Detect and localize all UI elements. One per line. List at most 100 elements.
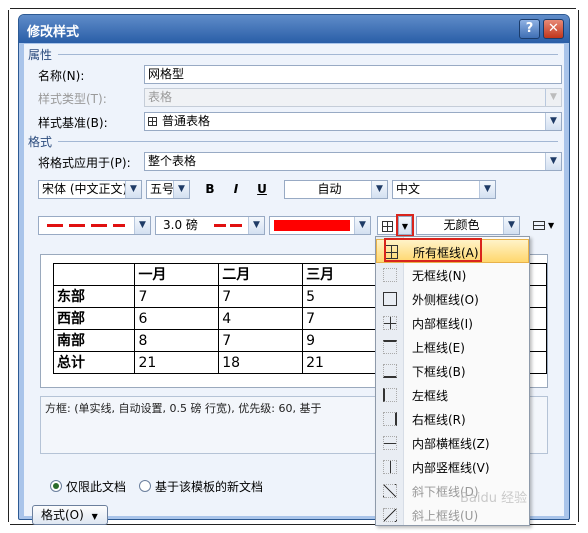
apply-to-value: 整个表格 — [148, 154, 197, 168]
highlight-all-borders — [384, 238, 482, 262]
table-cell: 7 — [302, 307, 387, 330]
apply-to-select[interactable]: 整个表格 ▼ — [144, 152, 562, 171]
menu-item-label: 右框线(R) — [412, 413, 466, 427]
name-input[interactable]: 网格型 — [144, 65, 562, 84]
new-documents-label[interactable]: 基于该模板的新文档 — [155, 478, 263, 495]
crop-line-top — [10, 8, 576, 9]
chevron-down-icon[interactable]: ▼ — [354, 217, 370, 234]
close-button[interactable]: ✕ — [543, 19, 564, 39]
menu-item-inside-vertical-border[interactable]: 内部竖框线(V) — [376, 455, 529, 479]
title-bar: 修改样式 ? ✕ — [19, 15, 569, 43]
line-weight-value: 3.0 磅 — [163, 218, 198, 232]
style-type-value: 表格 — [148, 90, 173, 104]
table-style-icon — [148, 117, 157, 126]
table-cell: 7 — [218, 285, 304, 308]
shading-select[interactable]: 无颜色 ▼ — [416, 216, 520, 235]
outside-borders-icon — [383, 292, 397, 306]
border-dropdown-menu: 所有框线(A) 无框线(N) 外侧框线(O) 内部框线(I) 上框线(E) 下框线(B) 左… — [375, 236, 530, 526]
properties-divider — [58, 54, 558, 55]
color-swatch — [274, 220, 350, 231]
chevron-down-icon[interactable]: ▼ — [125, 181, 141, 198]
italic-button[interactable]: I — [226, 180, 246, 199]
menu-item-left-border[interactable]: 左框线 — [376, 383, 529, 407]
inside-vertical-border-icon — [383, 460, 397, 474]
menu-item-label: 斜上框线(U) — [412, 509, 479, 523]
diagonal-up-border-icon — [383, 508, 397, 522]
format-divider — [58, 141, 558, 142]
chevron-down-icon[interactable]: ▼ — [134, 217, 150, 234]
menu-item-outside-borders[interactable]: 外侧框线(O) — [376, 287, 529, 311]
font-value: 宋体 (中文正文) — [42, 182, 128, 196]
menu-item-inside-horizontal-border[interactable]: 内部横框线(Z) — [376, 431, 529, 455]
new-documents-radio[interactable] — [139, 480, 151, 492]
dashed-line-icon — [214, 224, 246, 227]
menu-item-inside-borders[interactable]: 内部框线(I) — [376, 311, 529, 335]
table-cell: 二月 — [218, 263, 304, 286]
help-button[interactable]: ? — [519, 19, 540, 39]
font-color-value: 自动 — [317, 182, 342, 196]
chevron-down-icon[interactable]: ▼ — [503, 217, 519, 234]
table-cell: 南部 — [52, 329, 136, 352]
table-properties-button[interactable]: ▼ — [529, 216, 557, 235]
menu-item-label: 外侧框线(O) — [412, 293, 479, 307]
format-section-label: 格式 — [28, 135, 53, 149]
highlight-border-dropdown — [396, 214, 414, 237]
menu-item-no-border[interactable]: 无框线(N) — [376, 263, 529, 287]
table-cell: 一月 — [134, 263, 220, 286]
menu-item-label: 无框线(N) — [412, 269, 467, 283]
table-properties-icon — [533, 221, 545, 230]
table-cell: 7 — [218, 329, 304, 352]
border-color-select[interactable]: ▼ — [269, 216, 371, 235]
this-document-label[interactable]: 仅限此文档 — [66, 478, 126, 495]
table-cell: 9 — [302, 329, 387, 352]
menu-item-diagonal-up-border[interactable]: 斜上框线(U) — [376, 503, 529, 525]
chevron-down-icon[interactable]: ▼ — [545, 153, 561, 170]
all-borders-icon — [382, 221, 393, 232]
menu-item-label: 上框线(E) — [412, 341, 465, 355]
style-base-select[interactable]: 普通表格 ▼ — [144, 112, 562, 131]
table-cell: 21 — [134, 351, 220, 374]
font-size-value: 五号 — [150, 182, 175, 196]
chevron-down-icon: ▼ — [545, 89, 561, 106]
inside-horizontal-border-icon — [383, 436, 397, 450]
style-base-value: 普通表格 — [162, 114, 211, 128]
chevron-down-icon[interactable]: ▼ — [545, 113, 561, 130]
border-button[interactable] — [377, 216, 397, 235]
format-button-label: 格式(O) — [41, 508, 84, 522]
apply-to-label: 将格式应用于(P): — [38, 156, 131, 170]
line-style-select[interactable]: ▼ — [38, 216, 151, 235]
menu-item-right-border[interactable]: 右框线(R) — [376, 407, 529, 431]
line-weight-select[interactable]: 3.0 磅 ▼ — [155, 216, 265, 235]
watermark: Baidu 经验 — [460, 491, 528, 506]
chevron-down-icon[interactable]: ▼ — [173, 181, 189, 198]
style-type-select: 表格 ▼ — [144, 88, 562, 107]
bottom-border-icon — [383, 364, 397, 378]
style-base-label: 样式基准(B): — [38, 116, 108, 130]
underline-button[interactable]: U — [252, 180, 272, 199]
inside-borders-icon — [383, 316, 397, 330]
table-cell: 21 — [302, 351, 387, 374]
table-cell — [52, 263, 136, 286]
font-select[interactable]: 宋体 (中文正文) ▼ — [38, 180, 142, 199]
chevron-down-icon: ▼ — [548, 221, 555, 230]
this-document-radio[interactable] — [50, 480, 62, 492]
script-select[interactable]: 中文 ▼ — [392, 180, 496, 199]
format-button[interactable]: 格式(O) ▼ — [32, 505, 108, 525]
font-size-select[interactable]: 五号 ▼ — [146, 180, 190, 199]
chevron-down-icon[interactable]: ▼ — [371, 181, 387, 198]
bold-button[interactable]: B — [200, 180, 220, 199]
right-border-icon — [383, 412, 397, 426]
menu-item-bottom-border[interactable]: 下框线(B) — [376, 359, 529, 383]
menu-item-label: 内部框线(I) — [412, 317, 473, 331]
chevron-down-icon[interactable]: ▼ — [248, 217, 264, 234]
table-cell: 西部 — [52, 307, 136, 330]
font-color-select[interactable]: 自动 ▼ — [284, 180, 388, 199]
table-cell: 18 — [218, 351, 304, 374]
chevron-down-icon[interactable]: ▼ — [479, 181, 495, 198]
crop-line-right — [578, 10, 579, 522]
table-cell: 总计 — [52, 351, 136, 374]
table-cell: 5 — [302, 285, 387, 308]
style-type-label: 样式类型(T): — [38, 92, 107, 106]
menu-item-top-border[interactable]: 上框线(E) — [376, 335, 529, 359]
diagonal-down-border-icon — [383, 484, 397, 498]
